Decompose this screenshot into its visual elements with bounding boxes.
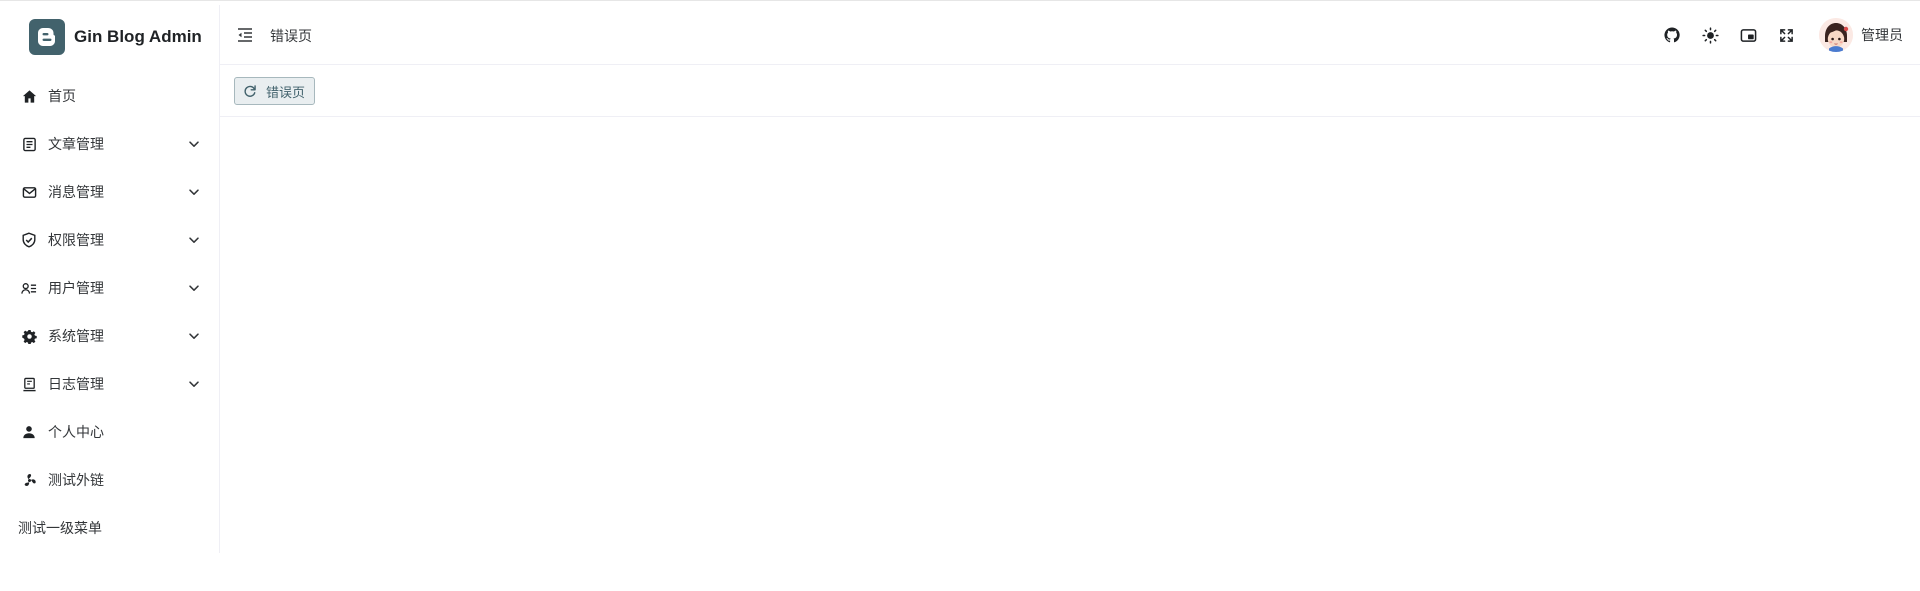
sidebar-item-label: 首页 (48, 89, 76, 105)
sidebar-item-system[interactable]: 系统管理 (0, 312, 219, 360)
person-icon (21, 424, 37, 440)
sidebar-item-label: 文章管理 (48, 137, 104, 153)
log-icon (21, 376, 37, 392)
tab-label: 错误页 (266, 85, 306, 101)
theme-sun-icon[interactable] (1691, 16, 1729, 54)
app-title: Gin Blog Admin (74, 27, 202, 46)
sidebar-item-articles[interactable]: 文章管理 (0, 120, 219, 168)
fan-icon (21, 472, 37, 488)
tab-error-page[interactable]: 错误页 (234, 77, 316, 105)
shield-check-icon (21, 232, 37, 248)
user-list-icon (21, 280, 37, 296)
github-icon[interactable] (1653, 16, 1691, 54)
tabs-bar: 错误页 (220, 65, 1920, 117)
sidebar-item-home[interactable]: 首页 (0, 72, 219, 120)
user-menu[interactable]: 管理员 (1819, 18, 1903, 52)
sidebar-item-external-link[interactable]: 测试外链 (0, 456, 219, 504)
collapse-menu-icon[interactable] (236, 26, 254, 44)
sidebar-item-permissions[interactable]: 权限管理 (0, 216, 219, 264)
mail-icon (21, 184, 37, 200)
chevron-down-icon (189, 141, 199, 147)
top-header: 错误页 管理员 (220, 5, 1920, 65)
sidebar-item-label: 权限管理 (48, 233, 104, 249)
sidebar-item-messages[interactable]: 消息管理 (0, 168, 219, 216)
sidebar-item-label: 用户管理 (48, 281, 104, 297)
sidebar-item-label: 系统管理 (48, 329, 104, 345)
breadcrumb: 错误页 (270, 29, 312, 45)
chevron-down-icon (189, 189, 199, 195)
chevron-down-icon (189, 237, 199, 243)
sidebar-item-label: 测试外链 (48, 473, 104, 489)
sidebar-item-label: 消息管理 (48, 185, 104, 201)
chevron-down-icon (189, 381, 199, 387)
refresh-icon[interactable] (243, 84, 257, 98)
sidebar-item-users[interactable]: 用户管理 (0, 264, 219, 312)
app-root: Gin Blog Admin 首页 文章管理 消息管理 权限管理 用户管理 系统… (0, 0, 1920, 591)
chevron-down-icon (189, 333, 199, 339)
sidebar-item-label: 测试一级菜单 (18, 521, 102, 537)
sidebar-item-label: 个人中心 (48, 425, 104, 441)
picture-in-picture-icon[interactable] (1729, 16, 1767, 54)
fullscreen-icon[interactable] (1767, 16, 1805, 54)
username: 管理员 (1861, 28, 1903, 44)
chevron-down-icon (189, 285, 199, 291)
sidebar-item-label: 日志管理 (48, 377, 104, 393)
sidebar-item-test-top-level[interactable]: 测试一级菜单 (0, 504, 219, 552)
sidebar-item-profile[interactable]: 个人中心 (0, 408, 219, 456)
sidebar: Gin Blog Admin 首页 文章管理 消息管理 权限管理 用户管理 系统… (0, 5, 220, 553)
home-icon (21, 88, 37, 104)
app-logo[interactable]: Gin Blog Admin (29, 19, 202, 55)
blogger-logo-icon (29, 19, 65, 55)
sidebar-item-logs[interactable]: 日志管理 (0, 360, 219, 408)
header-actions: 管理员 (1653, 5, 1920, 65)
avatar (1819, 18, 1853, 52)
gear-icon (21, 328, 37, 344)
sidebar-menu: 首页 文章管理 消息管理 权限管理 用户管理 系统管理 日志管理 个人中心 测试… (0, 72, 219, 552)
article-icon (21, 136, 37, 152)
